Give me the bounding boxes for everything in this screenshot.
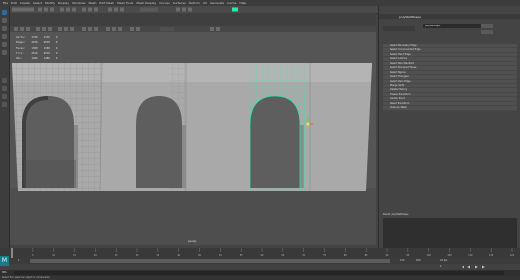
menu-modify[interactable]: Modify xyxy=(45,1,55,5)
menu-edit[interactable]: Edit xyxy=(11,1,17,5)
arch-side-2 xyxy=(182,125,186,188)
help-text: Select Tool: select an object or compone… xyxy=(2,276,50,279)
timeline-tick-label: 110 xyxy=(468,254,473,257)
floor-plane xyxy=(10,188,376,245)
timeline-tick-label: 70 xyxy=(302,254,305,257)
timeline-tick-label: 60 xyxy=(261,254,264,257)
four-view-icon[interactable] xyxy=(2,86,7,91)
right-panel: polyWallShape Select Boundary Edge Selec… xyxy=(378,6,520,272)
right-panel-tab[interactable]: polyWallShape xyxy=(399,15,421,19)
node-name-field[interactable] xyxy=(423,24,483,28)
viewport-panel[interactable]: Verts: 1330 1330 0 Edges: 2638 2638 0 Faces: 13… xyxy=(10,20,376,245)
script-output xyxy=(383,218,517,248)
prev-key-icon xyxy=(462,265,464,269)
menu-select[interactable]: Select xyxy=(33,1,42,5)
menu-deform[interactable]: Deform xyxy=(189,1,200,5)
arch-opening-2 xyxy=(136,96,182,188)
arch-side-3 xyxy=(300,125,304,188)
timeline-tick-label: 40 xyxy=(177,254,180,257)
menu-cache[interactable]: Cache xyxy=(227,1,236,5)
timeline-tick-label: 80 xyxy=(344,254,347,257)
step-back-icon xyxy=(467,265,470,269)
range-end[interactable]: 200 xyxy=(416,259,421,262)
paint-select-tool-icon[interactable] xyxy=(2,26,7,31)
presets-button[interactable] xyxy=(481,30,493,34)
menu-mesh-tools[interactable]: Mesh Tools xyxy=(117,1,133,5)
outliner-layout-icon[interactable] xyxy=(2,102,7,107)
shelf xyxy=(0,13,376,20)
right-panel-tabbar: polyWallShape xyxy=(379,14,520,19)
timeline-tick-label: 35 xyxy=(156,254,159,257)
timeline-tick-label: 30 xyxy=(136,254,139,257)
timeline-tick-label: 10 xyxy=(52,254,55,257)
range-handle[interactable] xyxy=(30,259,390,263)
list-item[interactable]: Cleanup Mesh xyxy=(383,106,517,111)
lasso-tool-icon[interactable] xyxy=(2,18,7,23)
single-perspective-icon[interactable] xyxy=(2,78,7,83)
menu-surfaces[interactable]: Surfaces xyxy=(173,1,186,5)
play-icon xyxy=(475,265,478,269)
menu-generate[interactable]: Generate xyxy=(210,1,224,5)
select-tool-icon[interactable] xyxy=(2,10,7,15)
timeline-tick-label: 95 xyxy=(406,254,409,257)
help-line: Select Tool: select an object or compone… xyxy=(0,276,520,280)
step-forward-icon xyxy=(482,265,485,269)
menu-edit-mesh[interactable]: Edit Mesh xyxy=(99,1,114,5)
move-tool-icon[interactable] xyxy=(2,34,7,39)
focus-button[interactable] xyxy=(481,24,493,28)
menu-curves[interactable]: Curves xyxy=(159,1,169,5)
camera-label: persp xyxy=(188,239,197,243)
timeline-tick-label: 65 xyxy=(281,254,284,257)
maya-logo-icon: M xyxy=(0,256,9,266)
menu-mesh[interactable]: Mesh xyxy=(89,1,97,5)
current-frame-field[interactable]: 1 xyxy=(440,265,442,268)
timeline-tick-label: 100 xyxy=(427,254,432,257)
timeline-tick-label: 15 xyxy=(73,254,76,257)
fps-label[interactable]: 24 fps xyxy=(440,259,447,262)
range-inner-end[interactable]: 120 xyxy=(400,259,405,262)
arch-opening-3 xyxy=(250,96,300,188)
mel-label[interactable]: MEL xyxy=(2,271,7,274)
timeline-tick-label: 105 xyxy=(447,254,452,257)
timeline-tick-label: 75 xyxy=(323,254,326,257)
menu-windows[interactable]: Windows xyxy=(72,1,85,5)
scene-canvas[interactable]: persp xyxy=(10,20,376,245)
menu-help[interactable]: Help xyxy=(239,1,246,5)
timeline-tick-label: 55 xyxy=(240,254,243,257)
timeline-tick-label: 115 xyxy=(489,254,494,257)
timeline-tick-label: 90 xyxy=(386,254,389,257)
command-input[interactable] xyxy=(14,270,504,275)
range-inner-start[interactable]: 1 xyxy=(18,259,20,262)
menu-uv[interactable]: UV xyxy=(203,1,207,5)
timeline-tick-label: 120 xyxy=(510,254,515,257)
menu-file[interactable]: File xyxy=(3,1,8,5)
timeline-tick-label: 85 xyxy=(365,254,368,257)
timeline-tick-label: 25 xyxy=(115,254,118,257)
menu-create[interactable]: Create xyxy=(20,1,30,5)
script-list: Select Boundary Edge Select Unconnected … xyxy=(383,44,517,111)
rotate-tool-icon[interactable] xyxy=(2,42,7,47)
timeline-tick-label: 45 xyxy=(198,254,201,257)
timeline-tick-label: 20 xyxy=(94,254,97,257)
layout-icon[interactable] xyxy=(2,94,7,99)
floor-shadow xyxy=(24,160,76,188)
result-label: Result: polyWallShape xyxy=(383,213,409,216)
toolbox xyxy=(0,6,10,272)
timeline-tick-label: 50 xyxy=(219,254,222,257)
time-slider[interactable]: 1510152025303540455055606570758085909510… xyxy=(0,248,520,258)
current-time-marker[interactable] xyxy=(11,248,13,258)
menu-display[interactable]: Display xyxy=(58,1,69,5)
time-slider-ticks: 1510152025303540455055606570758085909510… xyxy=(11,248,515,258)
timeline-tick-label: 5 xyxy=(32,254,34,257)
menu-mesh-display[interactable]: Mesh Display xyxy=(136,1,156,5)
side-icons xyxy=(383,26,415,31)
status-line-icons xyxy=(12,7,238,12)
scale-tool-icon[interactable] xyxy=(2,50,7,55)
